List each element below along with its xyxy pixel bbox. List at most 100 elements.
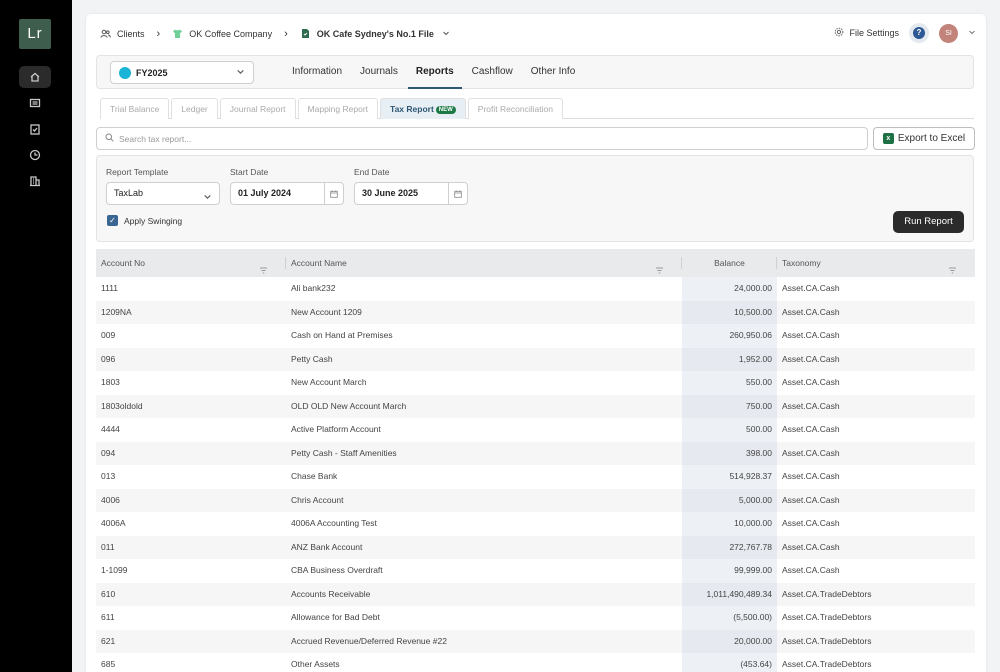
tab-profit-reconciliation[interactable]: Profit Reconciliation <box>467 98 563 119</box>
chevron-right-icon: › <box>284 28 288 40</box>
cell-balance: 10,500.00 <box>682 300 777 324</box>
template-select[interactable]: TaxLab <box>106 182 220 205</box>
table-row[interactable]: 4006 Chris Account 5,000.00 Asset.CA.Cash <box>96 488 975 512</box>
calendar-icon[interactable] <box>448 183 467 204</box>
table-row[interactable]: 1803 New Account March 550.00 Asset.CA.Cash <box>96 371 975 395</box>
tab-journal-report[interactable]: Journal Report <box>219 98 296 119</box>
fy-select[interactable]: FY2025 <box>110 61 254 84</box>
calendar-icon[interactable] <box>324 183 343 204</box>
table-row[interactable]: 611 Allowance for Bad Debt (5,500.00) Asset… <box>96 606 975 630</box>
cell-taxonomy: Asset.CA.TradeDebtors <box>782 588 872 599</box>
table-row[interactable]: 096 Petty Cash 1,952.00 Asset.CA.Cash <box>96 347 975 371</box>
gear-icon <box>834 27 844 39</box>
cell-account-name: Active Platform Account <box>291 424 381 434</box>
breadcrumb-clients[interactable]: Clients <box>100 28 145 41</box>
start-date-input[interactable]: 01 July 2024 <box>230 182 344 205</box>
table-row[interactable]: 011 ANZ Bank Account 272,767.78 Asset.CA.Ca… <box>96 535 975 559</box>
cell-account-no: 4444 <box>101 424 120 434</box>
cell-balance: 260,950.06 <box>682 324 777 348</box>
cell-balance: 5,000.00 <box>682 488 777 512</box>
tab-trial-balance[interactable]: Trial Balance <box>100 98 170 119</box>
filter-icon[interactable] <box>259 258 268 286</box>
cell-account-name: Chase Bank <box>291 471 338 481</box>
chevron-down-icon <box>203 188 212 209</box>
help-button[interactable]: ? <box>909 23 929 43</box>
table-row[interactable]: 1209NA New Account 1209 10,500.00 Asset.CA.… <box>96 300 975 324</box>
col-account-no[interactable]: Account No <box>96 249 286 277</box>
file-icon <box>300 28 311 41</box>
tab-tax-report[interactable]: Tax Report NEW <box>380 98 466 119</box>
app-logo[interactable]: Lr <box>19 19 51 49</box>
cell-taxonomy: Asset.CA.Cash <box>782 424 840 434</box>
table-body: 1111 Ali bank232 24,000.00 Asset.CA.Cash 120… <box>96 277 975 672</box>
cell-balance: 750.00 <box>682 394 777 418</box>
cell-balance: (5,500.00) <box>682 606 777 630</box>
cell-taxonomy: Asset.CA.Cash <box>782 541 840 552</box>
cell-account-no: 094 <box>101 447 116 458</box>
table-row[interactable]: 094 Petty Cash - Staff Amenities 398.00 Ass… <box>96 441 975 465</box>
chevron-right-icon: › <box>156 28 161 40</box>
table-row[interactable]: 009 Cash on Hand at Premises 260,950.06 Ass… <box>96 324 975 348</box>
cell-taxonomy: Asset.CA.Cash <box>782 306 840 317</box>
table-row[interactable]: 621 Accrued Revenue/Deferred Revenue #22 2… <box>96 629 975 653</box>
file-settings-button[interactable]: File Settings <box>834 27 899 39</box>
cell-account-name: Chris Account <box>291 494 344 505</box>
col-account-name[interactable]: Account Name <box>286 249 682 277</box>
cell-taxonomy: Asset.CA.Cash <box>782 447 840 458</box>
tab-mapping-report[interactable]: Mapping Report <box>297 98 379 119</box>
cell-account-no: 4006 <box>101 494 120 505</box>
table-row[interactable]: 1803oldold OLD OLD New Account March 750.0… <box>96 394 975 418</box>
cell-balance: 99,999.00 <box>682 559 777 583</box>
cell-account-no: 1111 <box>101 283 119 293</box>
table-row[interactable]: 1111 Ali bank232 24,000.00 Asset.CA.Cash <box>96 277 975 301</box>
checkmark-icon: ✓ <box>107 215 118 226</box>
cell-taxonomy: Asset.CA.TradeDebtors <box>782 612 872 622</box>
end-date-input[interactable]: 30 June 2025 <box>354 182 468 205</box>
tab-reports[interactable]: Reports <box>407 56 462 89</box>
export-excel-button[interactable]: x Export to Excel <box>873 127 975 150</box>
table-row[interactable]: 1-1099 CBA Business Overdraft 99,999.00 Ass… <box>96 559 975 583</box>
tab-journals[interactable]: Journals <box>352 56 406 89</box>
table-row[interactable]: 4444 Active Platform Account 500.00 Asset.C… <box>96 418 975 442</box>
nav-building-icon[interactable] <box>19 170 51 192</box>
cell-taxonomy: Asset.CA.Cash <box>782 283 840 293</box>
period-nav-bar: FY2025 Information Journals Reports Cash… <box>96 55 974 89</box>
tab-cashflow[interactable]: Cashflow <box>464 56 521 89</box>
template-label: Report Template <box>106 167 169 177</box>
apply-swinging-checkbox[interactable]: ✓ Apply Swinging <box>107 215 182 226</box>
cell-account-no: 685 <box>101 659 116 669</box>
avatar[interactable]: SI <box>939 23 958 43</box>
tax-report-table: Account No Account Name Balance Taxonomy… <box>96 249 975 672</box>
search-icon <box>105 133 119 144</box>
tab-other-info[interactable]: Other Info <box>523 56 583 89</box>
nav-ledger-icon[interactable] <box>19 92 51 114</box>
new-badge: NEW <box>435 105 456 114</box>
col-taxonomy[interactable]: Taxonomy <box>777 249 975 277</box>
breadcrumb-company[interactable]: OK Coffee Company <box>172 28 272 41</box>
tab-information[interactable]: Information <box>284 56 350 89</box>
cell-balance: 500.00 <box>682 418 777 442</box>
cell-account-no: 011 <box>101 541 115 552</box>
cell-taxonomy: Asset.CA.TradeDebtors <box>782 659 872 669</box>
tab-ledger[interactable]: Ledger <box>171 98 218 119</box>
nav-home-icon[interactable] <box>19 66 51 88</box>
cell-account-name: Petty Cash - Staff Amenities <box>291 447 397 458</box>
breadcrumb-file[interactable]: OK Cafe Sydney's No.1 File <box>300 28 450 41</box>
cell-balance: 1,011,490,489.34 <box>682 582 777 606</box>
filter-icon[interactable] <box>948 258 957 286</box>
table-row[interactable]: 685 Other Assets (453.64) Asset.CA.TradeDeb… <box>96 653 975 672</box>
run-report-button[interactable]: Run Report <box>893 211 964 233</box>
nav-tasks-icon[interactable] <box>19 118 51 140</box>
table-row[interactable]: 013 Chase Bank 514,928.37 Asset.CA.Cash <box>96 465 975 489</box>
chevron-down-icon[interactable] <box>968 28 976 38</box>
table-row[interactable]: 610 Accounts Receivable 1,011,490,489.34 As… <box>96 582 975 606</box>
filter-icon[interactable] <box>655 258 664 286</box>
end-date-label: End Date <box>354 167 390 177</box>
cell-taxonomy: Asset.CA.Cash <box>782 400 840 411</box>
col-balance[interactable]: Balance <box>682 249 777 277</box>
chevron-down-icon <box>236 67 245 78</box>
nav-reports-icon[interactable] <box>19 144 51 166</box>
cell-account-name: Other Assets <box>291 659 340 669</box>
search-input[interactable]: Search tax report... <box>96 127 868 150</box>
table-row[interactable]: 4006A 4006A Accounting Test 10,000.00 Asset… <box>96 512 975 536</box>
